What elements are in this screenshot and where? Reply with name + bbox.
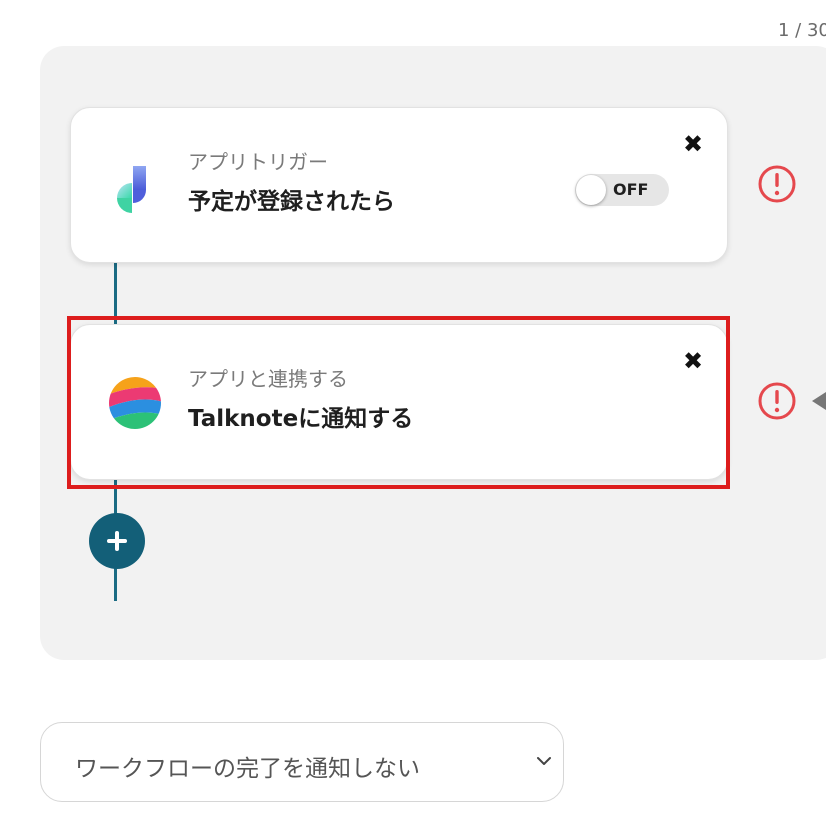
plus-icon (107, 531, 127, 551)
trigger-step-card[interactable]: アプリトリガー 予定が登録されたら OFF ✖ (70, 107, 728, 263)
close-icon[interactable]: ✖ (679, 347, 707, 375)
close-icon[interactable]: ✖ (679, 130, 707, 158)
workflow-editor: 1 / 30 アプリトリガー 予定が登録されたら OFF ✖ アプリと連携する … (0, 0, 826, 815)
step-title: 予定が登録されたら (188, 189, 395, 215)
action-step-card[interactable]: アプリと連携する Talknoteに通知する ✖ (70, 324, 728, 480)
step-kind-label: アプリと連携する (188, 367, 348, 391)
chevron-down-icon (537, 757, 551, 765)
tooltip-pointer-arrow (812, 392, 826, 410)
connector-line (114, 480, 117, 514)
toggle-state-label: OFF (613, 180, 649, 199)
connector-line (114, 568, 117, 601)
exclamation-circle-icon[interactable] (757, 164, 797, 204)
pager-indicator: 1 / 30 (778, 20, 826, 41)
step-title: Talknoteに通知する (188, 406, 414, 432)
calendar-app-icon (107, 158, 163, 214)
exclamation-circle-icon[interactable] (757, 381, 797, 421)
notify-select-value: ワークフローの完了を通知しない (75, 756, 420, 782)
talknote-app-icon (107, 375, 163, 431)
connector-line (114, 262, 117, 324)
step-kind-label: アプリトリガー (188, 150, 328, 174)
add-step-button[interactable] (89, 513, 145, 569)
completion-notify-select[interactable]: ワークフローの完了を通知しない (40, 722, 564, 802)
trigger-toggle[interactable]: OFF (575, 174, 669, 206)
toggle-knob (576, 175, 606, 205)
